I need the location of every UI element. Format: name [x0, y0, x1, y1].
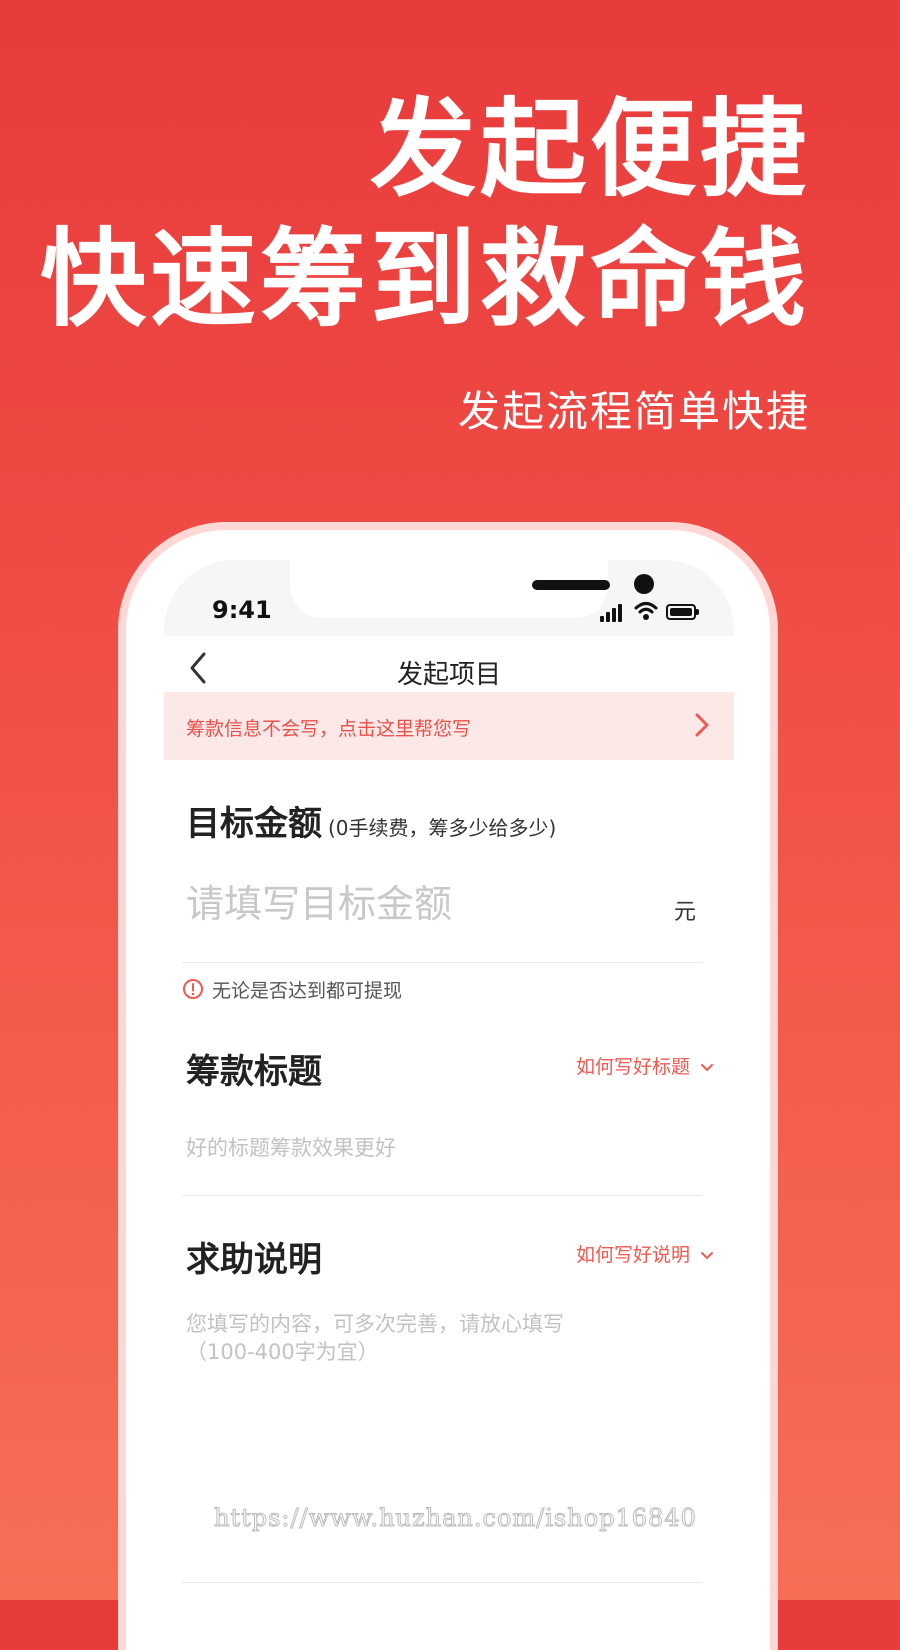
help-description-heading: 求助说明 — [186, 1240, 322, 1280]
amount-divider — [182, 962, 702, 963]
target-amount-label: 目标金额 — [186, 804, 322, 844]
status-time: 9:41 — [212, 596, 272, 624]
target-amount-input[interactable] — [186, 874, 656, 934]
alert-circle-icon — [183, 979, 203, 999]
hero-line2: 快速筹到救命钱 — [40, 218, 810, 341]
watermark: https://www.huzhan.com/ishop16840 — [214, 1504, 697, 1533]
status-bar: 9:41 — [164, 560, 734, 636]
description-help-link[interactable]: 如何写好说明 — [576, 1240, 714, 1267]
chevron-down-icon — [701, 1251, 713, 1259]
chevron-down-icon — [701, 1063, 713, 1071]
battery-icon — [666, 604, 699, 620]
title-help-text: 如何写好标题 — [575, 1056, 690, 1078]
hero-line1: 发起便捷 — [370, 88, 810, 211]
phone-power-button — [772, 836, 778, 984]
signal-icon — [600, 604, 626, 622]
target-amount-title: 目标金额 (0手续费，筹多少给多少) — [186, 796, 556, 845]
title-help-link[interactable]: 如何写好标题 — [576, 1052, 714, 1079]
chevron-right-icon — [695, 713, 709, 737]
amount-unit: 元 — [674, 900, 697, 925]
writing-help-banner[interactable]: 筹款信息不会写，点击这里帮您写 — [164, 692, 734, 760]
phone-mute-switch — [118, 712, 124, 760]
phone-volume-down — [118, 924, 124, 1016]
fund-title-heading: 筹款标题 — [186, 1052, 322, 1092]
hero-subtitle: 发起流程简单快捷 — [457, 387, 810, 436]
camera — [634, 574, 654, 594]
phone-screen: 9:41 发起项目 筹款信息不会写，点击这里帮您写 目标金额 (0手续费，筹多少给… — [164, 560, 734, 1600]
wifi-icon — [634, 602, 658, 620]
phone-volume-up — [118, 806, 124, 898]
notch — [290, 560, 654, 618]
fund-title-input[interactable] — [186, 1132, 696, 1164]
page-title: 发起项目 — [396, 660, 501, 690]
speaker — [532, 580, 610, 590]
description-help-text: 如何写好说明 — [575, 1244, 690, 1266]
description-divider — [182, 1582, 702, 1583]
withdraw-tip: 无论是否达到都可提现 — [212, 980, 403, 1002]
target-amount-note: (0手续费，筹多少给多少) — [328, 816, 557, 840]
title-divider — [182, 1195, 702, 1196]
banner-text: 筹款信息不会写，点击这里帮您写 — [186, 718, 472, 740]
